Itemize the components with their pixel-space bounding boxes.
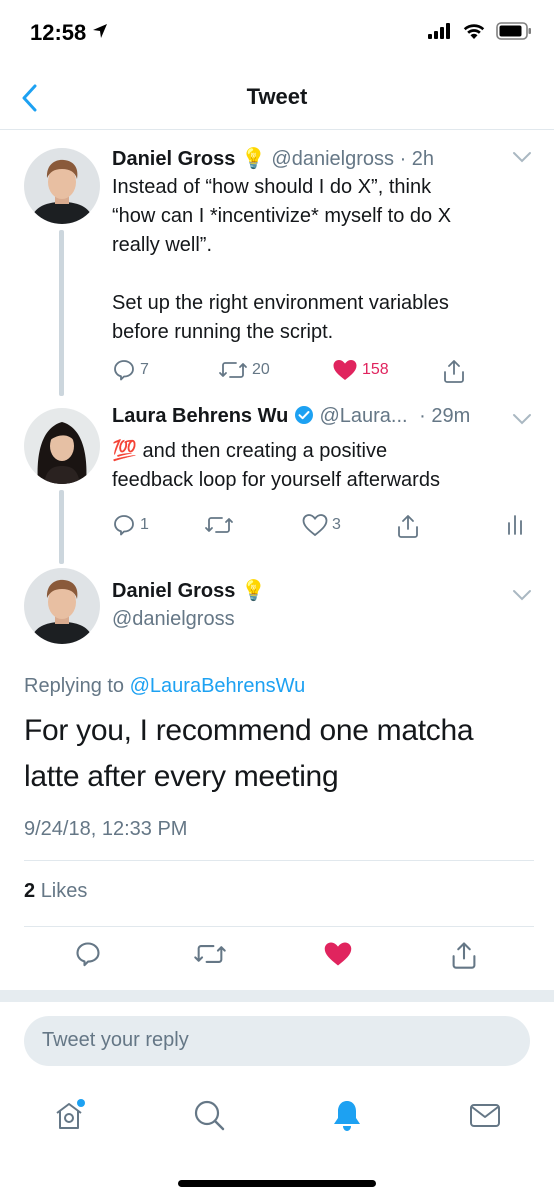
chevron-down-icon[interactable] bbox=[512, 588, 532, 606]
share-icon bbox=[452, 942, 476, 969]
home-icon bbox=[56, 1099, 85, 1129]
tweet-time: · 29m bbox=[419, 405, 471, 427]
retweet-button[interactable]: 20 bbox=[218, 358, 270, 382]
status-bar: 12:58 bbox=[0, 0, 554, 66]
mention-link[interactable]: @LauraBehrensWu bbox=[130, 675, 306, 697]
avatar[interactable] bbox=[24, 408, 100, 484]
retweet-icon bbox=[205, 517, 233, 533]
share-button[interactable] bbox=[396, 513, 420, 539]
cellular-signal-icon bbox=[428, 23, 452, 44]
reply-count: 1 bbox=[140, 516, 149, 533]
home-indicator[interactable] bbox=[178, 1180, 376, 1187]
avatar[interactable] bbox=[24, 148, 100, 224]
author-name[interactable]: Laura Behrens Wu bbox=[112, 405, 288, 427]
reply-icon bbox=[114, 515, 134, 536]
wifi-icon bbox=[462, 22, 486, 45]
search-icon bbox=[194, 1100, 225, 1131]
tweet-time: · 2h bbox=[399, 148, 435, 170]
heart-filled-icon bbox=[324, 942, 352, 966]
tweet-actions: 7 20 158 bbox=[112, 358, 532, 384]
share-icon bbox=[444, 360, 464, 383]
reply-button[interactable] bbox=[74, 940, 102, 973]
author-name[interactable]: Daniel Gross bbox=[112, 580, 235, 602]
like-count: 3 bbox=[332, 516, 341, 533]
divider bbox=[24, 860, 534, 861]
separator-band bbox=[0, 990, 554, 1002]
hundred-points-icon: 💯 bbox=[112, 440, 137, 462]
author-handle: @danielgross bbox=[271, 148, 395, 170]
avatar[interactable] bbox=[24, 568, 100, 644]
tweet-timestamp: 9/24/18, 12:33 PM bbox=[24, 818, 188, 840]
reply-button[interactable]: 1 bbox=[112, 513, 149, 537]
like-button[interactable]: 3 bbox=[302, 513, 341, 537]
page-title: Tweet bbox=[246, 84, 308, 109]
retweet-button[interactable] bbox=[193, 940, 227, 973]
heart-filled-icon bbox=[333, 360, 357, 380]
likes-count-link[interactable]: 2 Likes bbox=[24, 880, 87, 903]
reply-icon bbox=[114, 360, 134, 381]
analytics-button[interactable] bbox=[506, 513, 524, 535]
author-name[interactable]: Daniel Gross bbox=[112, 148, 235, 170]
thread-line bbox=[59, 490, 64, 564]
analytics-icon bbox=[508, 515, 522, 535]
tweet-text: 💯 and then creating a positive feedback … bbox=[112, 440, 440, 491]
author-handle: @danielgross bbox=[112, 608, 235, 630]
retweet-button[interactable] bbox=[204, 513, 234, 537]
tab-messages[interactable] bbox=[468, 1098, 502, 1137]
lightbulb-icon: 💡 bbox=[240, 148, 266, 170]
verified-badge-icon bbox=[294, 405, 314, 431]
thread-line bbox=[59, 230, 64, 396]
location-arrow-icon bbox=[92, 23, 108, 44]
retweet-icon bbox=[194, 945, 226, 963]
bell-icon bbox=[334, 1101, 360, 1131]
tweet-actions bbox=[0, 940, 554, 976]
battery-icon bbox=[496, 22, 532, 45]
reply-icon bbox=[76, 942, 100, 967]
reply-count: 7 bbox=[140, 361, 149, 378]
tab-bar bbox=[0, 1080, 554, 1150]
mail-icon bbox=[470, 1104, 500, 1127]
tab-home[interactable] bbox=[52, 1098, 86, 1137]
tweet-text: Instead of “how should I do X”, think “h… bbox=[112, 176, 452, 343]
reply-placeholder: Tweet your reply bbox=[42, 1029, 189, 1051]
retweet-icon bbox=[219, 362, 247, 378]
reply-button[interactable]: 7 bbox=[112, 358, 149, 382]
status-time: 12:58 bbox=[30, 20, 87, 45]
share-button[interactable] bbox=[442, 358, 466, 384]
lightbulb-icon: 💡 bbox=[240, 580, 266, 602]
tweet-actions: 1 3 bbox=[112, 513, 532, 539]
author-handle: @Laura... bbox=[319, 405, 408, 427]
share-button[interactable] bbox=[450, 940, 478, 975]
heart-outline-icon bbox=[302, 514, 328, 537]
tab-search[interactable] bbox=[192, 1098, 226, 1137]
like-button[interactable] bbox=[323, 940, 353, 973]
chevron-down-icon[interactable] bbox=[512, 412, 532, 430]
divider bbox=[24, 926, 534, 927]
tweet-text: For you, I recommend one matcha latte af… bbox=[24, 714, 474, 793]
nav-bar: Tweet bbox=[0, 66, 554, 130]
chevron-down-icon[interactable] bbox=[512, 150, 532, 168]
share-icon bbox=[398, 515, 418, 538]
tab-notifications[interactable] bbox=[330, 1098, 364, 1137]
retweet-count: 20 bbox=[252, 361, 270, 378]
like-button[interactable]: 158 bbox=[332, 358, 389, 382]
reply-input[interactable]: Tweet your reply bbox=[24, 1016, 530, 1066]
replying-to: Replying to @LauraBehrensWu bbox=[24, 675, 306, 697]
like-count: 158 bbox=[362, 361, 389, 378]
